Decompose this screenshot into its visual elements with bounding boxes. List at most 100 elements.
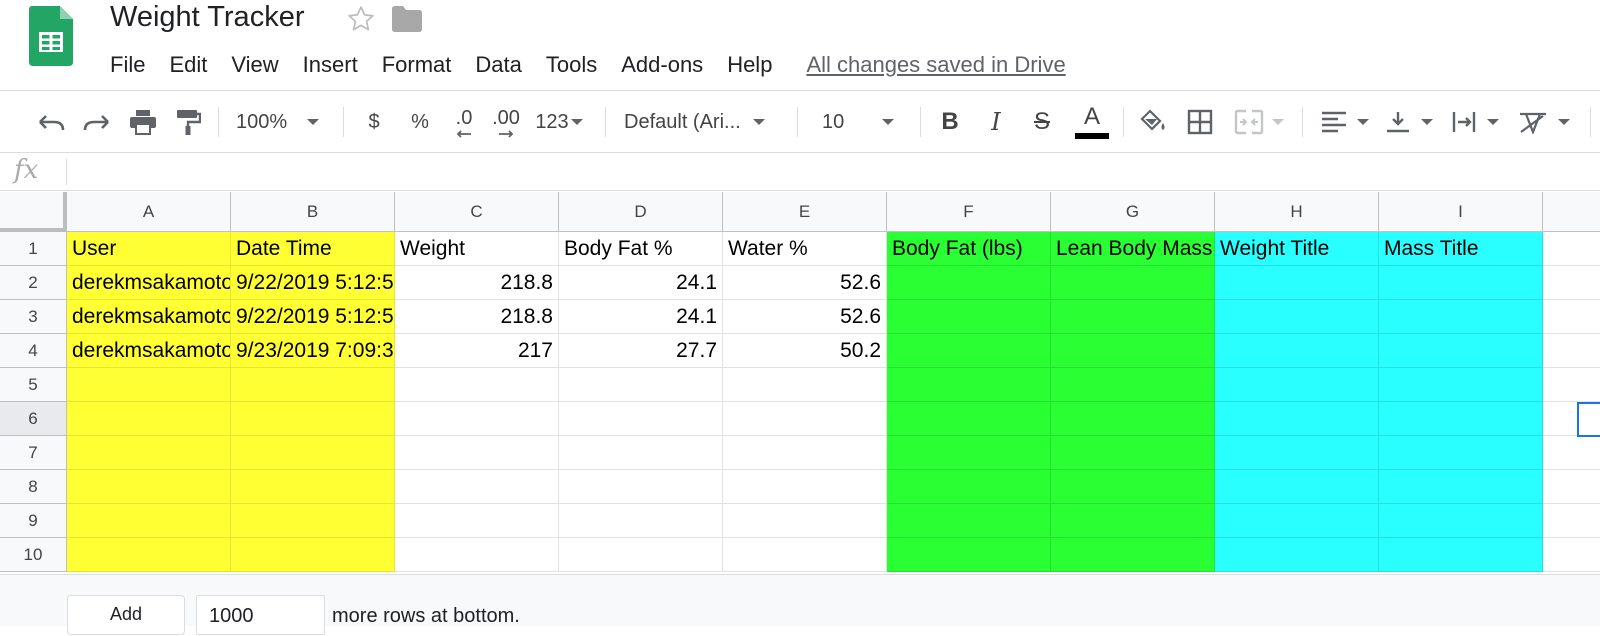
paint-format-icon[interactable]: [170, 103, 206, 141]
save-status-link[interactable]: All changes saved in Drive: [806, 52, 1065, 78]
table-cell[interactable]: [887, 504, 1051, 538]
increase-decimal-button[interactable]: .00: [486, 103, 526, 141]
table-cell[interactable]: [231, 436, 395, 470]
column-header-d[interactable]: D: [559, 192, 723, 232]
sheets-logo-icon[interactable]: [29, 6, 73, 66]
document-title[interactable]: Weight Tracker: [110, 1, 304, 34]
table-cell[interactable]: 217: [395, 334, 559, 368]
column-header-f[interactable]: F: [887, 192, 1051, 232]
vertical-align-icon[interactable]: [1380, 103, 1438, 141]
font-family-select[interactable]: Default (Ari...: [624, 103, 784, 141]
table-cell[interactable]: [887, 266, 1051, 300]
table-cell[interactable]: 52.6: [723, 300, 887, 334]
table-cell[interactable]: [1051, 402, 1215, 436]
table-cell[interactable]: 24.1: [559, 300, 723, 334]
print-icon[interactable]: [125, 103, 161, 141]
table-cell[interactable]: [1379, 470, 1543, 504]
table-cell[interactable]: [887, 402, 1051, 436]
table-cell[interactable]: [1543, 334, 1600, 368]
table-cell[interactable]: [1215, 504, 1379, 538]
table-cell[interactable]: 9/22/2019 5:12:5: [231, 300, 395, 334]
select-all-corner[interactable]: [0, 192, 67, 232]
table-cell[interactable]: [1543, 232, 1600, 266]
table-cell[interactable]: [1051, 436, 1215, 470]
rows-count-input[interactable]: 1000: [196, 595, 325, 635]
table-cell[interactable]: [395, 504, 559, 538]
star-icon[interactable]: [346, 4, 376, 34]
row-header-1[interactable]: 1: [0, 232, 67, 266]
table-cell[interactable]: 9/22/2019 5:12:5: [231, 266, 395, 300]
table-cell[interactable]: [887, 436, 1051, 470]
text-color-button[interactable]: A: [1072, 103, 1112, 141]
table-cell[interactable]: [1543, 436, 1600, 470]
table-cell[interactable]: [723, 436, 887, 470]
table-cell[interactable]: derekmsakamoto: [67, 300, 231, 334]
table-cell[interactable]: [1543, 368, 1600, 402]
table-cell[interactable]: 9/23/2019 7:09:3: [231, 334, 395, 368]
table-cell[interactable]: [67, 402, 231, 436]
table-cell[interactable]: [559, 470, 723, 504]
table-cell[interactable]: derekmsakamoto: [67, 334, 231, 368]
table-cell[interactable]: 218.8: [395, 300, 559, 334]
table-cell[interactable]: [67, 504, 231, 538]
table-cell[interactable]: [395, 368, 559, 402]
table-cell[interactable]: [559, 436, 723, 470]
row-header-5[interactable]: 5: [0, 368, 67, 402]
horizontal-align-icon[interactable]: [1316, 103, 1374, 141]
column-header-h[interactable]: H: [1215, 192, 1379, 232]
menu-help[interactable]: Help: [727, 52, 772, 78]
menu-edit[interactable]: Edit: [169, 52, 207, 78]
header-cell[interactable]: Date Time: [231, 232, 395, 266]
header-cell[interactable]: User: [67, 232, 231, 266]
table-cell[interactable]: derekmsakamoto: [67, 266, 231, 300]
table-cell[interactable]: [1543, 504, 1600, 538]
table-cell[interactable]: 218.8: [395, 266, 559, 300]
column-header-e[interactable]: E: [723, 192, 887, 232]
decrease-decimal-button[interactable]: .0: [446, 103, 482, 141]
table-cell[interactable]: [1215, 436, 1379, 470]
menu-add-ons[interactable]: Add-ons: [621, 52, 703, 78]
menu-data[interactable]: Data: [475, 52, 521, 78]
table-cell[interactable]: [231, 538, 395, 572]
row-header-6[interactable]: 6: [0, 402, 67, 436]
row-header-9[interactable]: 9: [0, 504, 67, 538]
spreadsheet-grid[interactable]: A B C D E F G H I 1 User Date Time Weight Body Fat % W…: [0, 192, 1600, 574]
header-cell[interactable]: Weight Title: [1215, 232, 1379, 266]
redo-icon[interactable]: [78, 103, 116, 141]
table-cell[interactable]: [231, 368, 395, 402]
text-wrapping-icon[interactable]: [1446, 103, 1504, 141]
menu-view[interactable]: View: [231, 52, 278, 78]
table-cell[interactable]: [67, 368, 231, 402]
table-cell[interactable]: [1215, 402, 1379, 436]
table-cell[interactable]: 50.2: [723, 334, 887, 368]
table-cell[interactable]: [1051, 266, 1215, 300]
table-cell[interactable]: [1215, 368, 1379, 402]
table-cell[interactable]: [723, 402, 887, 436]
table-cell[interactable]: [1215, 470, 1379, 504]
table-cell[interactable]: [1543, 266, 1600, 300]
formula-bar[interactable]: fx: [0, 153, 1600, 191]
table-cell[interactable]: [1215, 538, 1379, 572]
undo-icon[interactable]: [32, 103, 70, 141]
currency-format-button[interactable]: $: [356, 103, 392, 141]
table-cell[interactable]: [887, 538, 1051, 572]
table-cell[interactable]: [1051, 368, 1215, 402]
table-cell[interactable]: [1051, 334, 1215, 368]
table-cell[interactable]: [559, 538, 723, 572]
table-cell[interactable]: [723, 504, 887, 538]
table-cell[interactable]: [1543, 300, 1600, 334]
font-size-select[interactable]: 10: [822, 103, 908, 141]
borders-icon[interactable]: [1182, 103, 1218, 141]
header-cell[interactable]: Lean Body Mass: [1051, 232, 1215, 266]
header-cell[interactable]: Body Fat (lbs): [887, 232, 1051, 266]
table-cell[interactable]: [1379, 402, 1543, 436]
table-cell[interactable]: [67, 470, 231, 504]
table-cell[interactable]: [887, 368, 1051, 402]
table-cell[interactable]: [1379, 266, 1543, 300]
table-cell[interactable]: [395, 436, 559, 470]
table-cell[interactable]: [1051, 470, 1215, 504]
column-header-partial[interactable]: [1543, 192, 1600, 232]
table-cell[interactable]: [1379, 334, 1543, 368]
table-cell[interactable]: [1051, 300, 1215, 334]
table-cell[interactable]: [1379, 504, 1543, 538]
